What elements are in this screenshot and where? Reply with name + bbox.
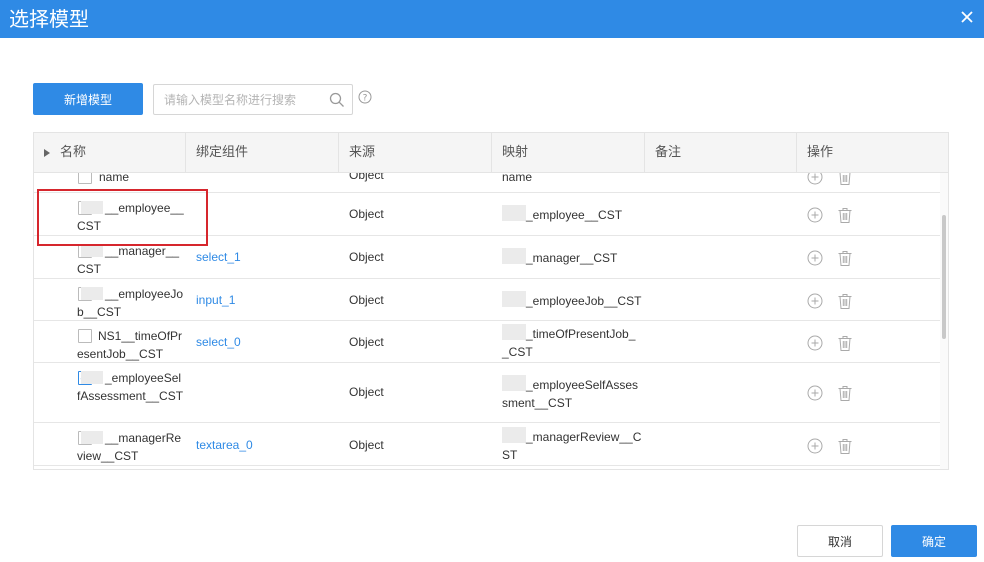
source-text: Object <box>349 385 384 399</box>
table-row: NS1__timeOfPresentJob__CST select_0 Obje… <box>34 321 940 363</box>
model-name: __manager__CST <box>77 244 180 276</box>
search-icon[interactable] <box>329 92 345 108</box>
dialog-title: 选择模型 <box>9 7 89 31</box>
table-row: __managerReview__CST textarea_0 Object _… <box>34 423 940 466</box>
cancel-button[interactable]: 取消 <box>797 525 883 557</box>
table-row: __employeeJob__CST input_1 Object _emplo… <box>34 279 940 321</box>
plus-circle-icon[interactable] <box>807 173 823 185</box>
plus-circle-icon[interactable] <box>807 207 823 223</box>
column-header-remark: 备注 <box>645 133 797 173</box>
confirm-button[interactable]: 确定 <box>891 525 977 557</box>
expand-triangle-icon[interactable] <box>44 149 50 157</box>
scrollbar-thumb[interactable] <box>942 215 946 339</box>
add-model-button[interactable]: 新增模型 <box>33 83 143 115</box>
column-header-component: 绑定组件 <box>186 133 339 173</box>
trash-icon[interactable] <box>837 438 853 455</box>
name-cell: NS1__timeOfPresentJob__CST <box>34 321 186 362</box>
redacted-mask <box>81 287 103 300</box>
trash-icon[interactable] <box>837 335 853 352</box>
close-icon[interactable] <box>958 8 976 26</box>
redacted-mask <box>502 375 526 391</box>
dialog-header: 选择模型 <box>0 0 984 38</box>
plus-circle-icon[interactable] <box>807 250 823 266</box>
mapping-text: _timeOfPresentJob__CST <box>502 324 642 361</box>
model-name: __managerReview__CST <box>77 431 182 463</box>
redacted-mask <box>502 291 526 307</box>
source-text: Object <box>349 173 384 182</box>
column-header-actions: 操作 <box>807 145 834 160</box>
name-cell: __employeeJob__CST <box>34 279 186 320</box>
trash-icon[interactable] <box>837 293 853 310</box>
source-text: Object <box>349 293 384 307</box>
source-text: Object <box>349 335 384 349</box>
redacted-mask <box>502 427 526 443</box>
selection-highlight-box <box>37 189 208 246</box>
model-name: _employeeSelfAssessment__CST <box>77 371 184 403</box>
model-name: NS1__timeOfPresentJob__CST <box>77 329 183 361</box>
column-header-mapping: 映射 <box>492 133 645 173</box>
bound-component-link[interactable]: textarea_0 <box>196 438 253 452</box>
table-header: 名称 绑定组件 来源 映射 备注 操作 <box>34 133 948 173</box>
mapping-text: name <box>502 173 533 184</box>
help-icon[interactable]: ? <box>358 90 372 104</box>
column-header-source: 来源 <box>339 133 492 173</box>
column-header-name[interactable]: 名称 <box>34 133 186 173</box>
trash-icon[interactable] <box>837 385 853 402</box>
trash-icon[interactable] <box>837 250 853 267</box>
model-table: 名称 绑定组件 来源 映射 备注 操作 name Object name __e… <box>33 132 949 470</box>
name-cell: _employeeSelfAssessment__CST <box>34 363 186 422</box>
svg-text:?: ? <box>363 94 368 104</box>
mapping-text: _employee__CST <box>502 205 642 224</box>
trash-icon[interactable] <box>837 173 853 186</box>
plus-circle-icon[interactable] <box>807 335 823 351</box>
bound-component-link[interactable]: select_0 <box>196 335 241 349</box>
table-row: _employeeSelfAssessment__CST Object _emp… <box>34 363 940 423</box>
mapping-text: _manager__CST <box>502 248 642 267</box>
plus-circle-icon[interactable] <box>807 385 823 401</box>
redacted-mask <box>81 371 103 384</box>
name-cell: __managerReview__CST <box>34 423 186 465</box>
model-name: name <box>99 173 130 184</box>
redacted-mask <box>502 248 526 264</box>
search-box <box>153 84 353 115</box>
trash-icon[interactable] <box>837 207 853 224</box>
mapping-text: _managerReview__CST <box>502 427 642 464</box>
plus-circle-icon[interactable] <box>807 438 823 454</box>
redacted-mask <box>502 205 526 221</box>
bound-component-link[interactable]: input_1 <box>196 293 235 307</box>
model-name: __employeeJob__CST <box>77 287 184 319</box>
bound-component-link[interactable]: select_1 <box>196 250 241 264</box>
mapping-text: _employeeSelfAssessment__CST <box>502 375 642 412</box>
row-checkbox[interactable] <box>78 173 92 184</box>
redacted-mask <box>502 324 526 340</box>
source-text: Object <box>349 250 384 264</box>
search-input[interactable] <box>154 85 324 114</box>
source-text: Object <box>349 207 384 221</box>
plus-circle-icon[interactable] <box>807 293 823 309</box>
table-scrollbar[interactable] <box>940 173 948 469</box>
mapping-text: _employeeJob__CST <box>502 291 642 310</box>
source-text: Object <box>349 438 384 452</box>
redacted-mask <box>81 431 103 444</box>
